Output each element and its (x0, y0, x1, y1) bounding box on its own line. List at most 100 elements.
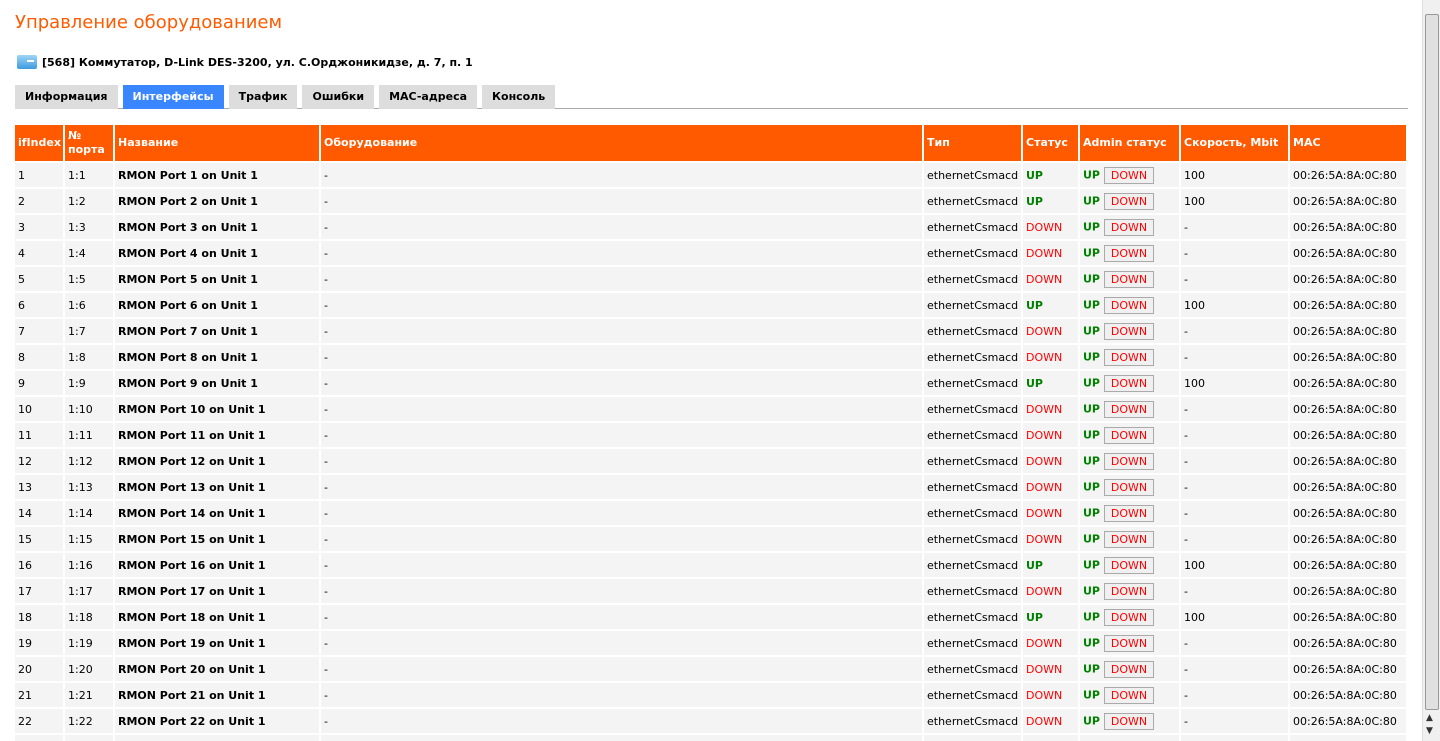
equipment-cell: - (321, 319, 922, 343)
ifindex-cell: 8 (15, 345, 63, 369)
name-cell: RMON Port 16 on Unit 1 (115, 553, 319, 577)
scroll-down-icon[interactable]: ▼ (1426, 726, 1433, 736)
set-down-button[interactable]: DOWN (1104, 582, 1154, 600)
set-down-button[interactable]: DOWN (1104, 608, 1154, 626)
type-cell: ethernetCsmacd (924, 657, 1021, 681)
tab-0[interactable]: Информация (15, 85, 118, 109)
set-down-button[interactable]: DOWN (1104, 660, 1154, 678)
type-cell: ethernetCsmacd (924, 371, 1021, 395)
type-cell: ethernetCsmacd (924, 241, 1021, 265)
scrollbar-thumb[interactable] (1425, 14, 1439, 710)
admin-status-cell: UP DOWN (1080, 657, 1179, 681)
set-down-button[interactable]: DOWN (1104, 452, 1154, 470)
ifindex-cell: 5 (15, 267, 63, 291)
type-cell: ethernetCsmacd (924, 163, 1021, 187)
admin-status-value: UP (1083, 298, 1100, 311)
equipment-cell: - (321, 293, 922, 317)
set-down-button[interactable]: DOWN (1104, 270, 1154, 288)
set-down-button[interactable]: DOWN (1104, 296, 1154, 314)
ifindex-cell: 21 (15, 683, 63, 707)
table-row: 16 1:16 RMON Port 16 on Unit 1- ethernetCsm… (15, 553, 1406, 577)
set-down-button[interactable]: DOWN (1104, 322, 1154, 340)
table-row: 13 1:13 RMON Port 13 on Unit 1- ethernetCsm… (15, 475, 1406, 499)
scroll-up-icon[interactable]: ▲ (1426, 713, 1433, 723)
status-cell: DOWN (1023, 423, 1078, 447)
name-cell: RMON Port 2 on Unit 1 (115, 189, 319, 213)
status-cell: DOWN (1023, 449, 1078, 473)
status-cell: DOWN (1023, 527, 1078, 551)
equipment-cell: - (321, 553, 922, 577)
mac-cell: 00:26:5A:8A:0C:80 (1290, 215, 1406, 239)
port-cell: 1:7 (65, 319, 113, 343)
speed-cell: - (1181, 215, 1288, 239)
port-cell: 1:13 (65, 475, 113, 499)
tab-3[interactable]: Ошибки (302, 85, 375, 109)
ifindex-cell: 7 (15, 319, 63, 343)
type-cell: ethernetCsmacd (924, 631, 1021, 655)
set-down-button[interactable]: DOWN (1104, 712, 1154, 730)
ifindex-cell: 1 (15, 163, 63, 187)
status-cell: DOWN (1023, 319, 1078, 343)
vertical-scrollbar[interactable]: ▲ ▼ (1422, 0, 1440, 741)
set-down-button[interactable]: DOWN (1104, 218, 1154, 236)
port-cell: 1:4 (65, 241, 113, 265)
column-header: MAC (1290, 125, 1406, 161)
set-down-button[interactable]: DOWN (1104, 530, 1154, 548)
ifindex-cell: 12 (15, 449, 63, 473)
mac-cell: 00:26:5A:8A:0C:80 (1290, 553, 1406, 577)
name-cell: RMON Port 20 on Unit 1 (115, 657, 319, 681)
set-down-button[interactable]: DOWN (1104, 374, 1154, 392)
speed-cell: - (1181, 527, 1288, 551)
type-cell: ethernetCsmacd (924, 267, 1021, 291)
set-down-button[interactable]: DOWN (1104, 556, 1154, 574)
name-cell: RMON Port 22 on Unit 1 (115, 709, 319, 733)
set-down-button[interactable]: DOWN (1104, 192, 1154, 210)
port-cell: 1:20 (65, 657, 113, 681)
status-cell: DOWN (1023, 397, 1078, 421)
table-row: 11 1:11 RMON Port 11 on Unit 1- ethernetCsm… (15, 423, 1406, 447)
set-down-button[interactable]: DOWN (1104, 166, 1154, 184)
status-cell: DOWN (1023, 241, 1078, 265)
admin-status-value: UP (1083, 688, 1100, 701)
set-down-button[interactable]: DOWN (1104, 244, 1154, 262)
type-cell: ethernetCsmacd (924, 579, 1021, 603)
column-header: ifIndex (15, 125, 63, 161)
equipment-cell: - (321, 683, 922, 707)
set-down-button[interactable]: DOWN (1104, 686, 1154, 704)
mac-cell: 00:26:5A:8A:0C:80 (1290, 267, 1406, 291)
type-cell: ethernetCsmacd (924, 553, 1021, 577)
name-cell: RMON Port 15 on Unit 1 (115, 527, 319, 551)
set-down-button[interactable]: DOWN (1104, 634, 1154, 652)
tab-4[interactable]: MAC-адреса (379, 85, 478, 109)
set-down-button[interactable]: DOWN (1104, 478, 1154, 496)
ifindex-cell: 20 (15, 657, 63, 681)
port-cell: 1:3 (65, 215, 113, 239)
port-cell: 1:10 (65, 397, 113, 421)
speed-cell: - (1181, 319, 1288, 343)
tab-1[interactable]: Интерфейсы (122, 85, 224, 109)
admin-status-cell: UP DOWN (1080, 397, 1179, 421)
type-cell: ethernetCsmacd (924, 605, 1021, 629)
mac-cell: 00:26:5A:8A:0C:80 (1290, 527, 1406, 551)
equipment-cell: - (321, 267, 922, 291)
set-down-button[interactable]: DOWN (1104, 400, 1154, 418)
admin-status-cell: UP DOWN (1080, 449, 1179, 473)
type-cell: ethernetCsmacd (924, 215, 1021, 239)
type-cell: ethernetCsmacd (924, 709, 1021, 733)
name-cell: RMON Port 11 on Unit 1 (115, 423, 319, 447)
name-cell: RMON Port 5 on Unit 1 (115, 267, 319, 291)
speed-cell: 100 (1181, 293, 1288, 317)
set-down-button[interactable]: DOWN (1104, 504, 1154, 522)
admin-status-cell: UP DOWN (1080, 319, 1179, 343)
set-down-button[interactable]: DOWN (1104, 348, 1154, 366)
status-cell: UP (1023, 553, 1078, 577)
mac-cell: 00:26:5A:8A:0C:80 (1290, 345, 1406, 369)
set-down-button[interactable]: DOWN (1104, 426, 1154, 444)
tab-2[interactable]: Трафик (228, 85, 298, 109)
tab-5[interactable]: Консоль (482, 85, 556, 109)
status-cell: DOWN (1023, 631, 1078, 655)
column-header: № порта (65, 125, 113, 161)
port-cell: 1:22 (65, 709, 113, 733)
ifindex-cell: 2 (15, 189, 63, 213)
admin-status-cell: UP DOWN (1080, 423, 1179, 447)
